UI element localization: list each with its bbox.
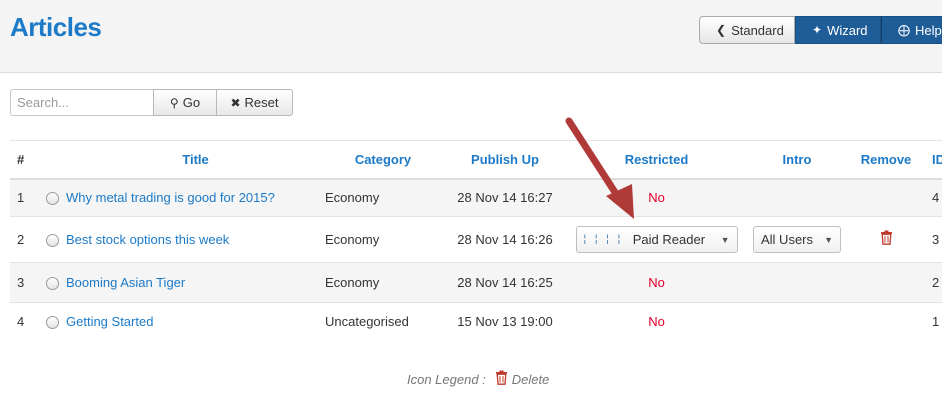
chevron-down-icon: ▼ [824, 234, 833, 245]
table-row: 1 Why metal trading is good for 2015? Ec… [10, 178, 942, 217]
standard-label: Standard [731, 22, 784, 38]
table-row: 3 Booming Asian Tiger Economy 28 Nov 14 … [10, 262, 942, 303]
article-title-link[interactable]: Best stock options this week [66, 232, 229, 247]
row-select-radio[interactable] [45, 192, 59, 206]
legend-label: Icon Legend : [407, 372, 486, 387]
column-header-remove[interactable]: Remove [850, 140, 922, 180]
close-icon: ✖ [230, 95, 241, 110]
intro-access-value: All Users [761, 232, 814, 247]
column-header-number: # [10, 140, 38, 180]
article-title-link[interactable]: Why metal trading is good for 2015? [66, 190, 275, 205]
icon-legend: Icon Legend : Delete [407, 370, 549, 389]
row-publish-up: 15 Nov 13 19:00 [457, 314, 553, 330]
row-number: 2 [10, 216, 38, 263]
articles-table: # Title Category Publish Up Restricted I… [10, 140, 942, 341]
column-header-category[interactable]: Category [325, 140, 441, 180]
restricted-access-select[interactable]: ¦ ¦ ¦ ¦ Paid Reader ▼ [575, 226, 738, 253]
row-number: 4 [17, 314, 25, 330]
row-id: 1 [932, 314, 940, 330]
search-bar: ⚲ Go ✖ Reset [10, 89, 293, 116]
row-select-radio[interactable] [45, 277, 59, 291]
column-header-select [38, 140, 66, 180]
row-number: 1 [10, 178, 38, 217]
article-title-link[interactable]: Getting Started [66, 314, 153, 329]
restricted-status[interactable]: No [648, 275, 665, 290]
chevron-down-icon: ▼ [720, 234, 730, 245]
row-category: Uncategorised [325, 314, 409, 330]
wizard-button[interactable]: ✦ Wizard [795, 16, 881, 44]
help-label: Help [915, 22, 942, 38]
table-header-row: # Title Category Publish Up Restricted I… [10, 140, 942, 180]
row-select-radio[interactable] [45, 234, 59, 248]
table-row: 4 Getting Started Uncategorised 15 Nov 1… [10, 303, 942, 341]
go-button[interactable]: ⚲ Go [153, 89, 217, 116]
row-publish-up: 28 Nov 14 16:25 [441, 262, 569, 303]
restricted-status[interactable]: No [648, 190, 665, 205]
reset-label: Reset [244, 95, 279, 110]
legend-delete-label: Delete [511, 372, 550, 387]
search-icon: ⚲ [169, 95, 179, 110]
row-id: 3 [922, 216, 942, 263]
row-id: 2 [922, 262, 942, 303]
row-number: 3 [10, 262, 38, 303]
chevron-left-icon: ❮ [716, 23, 727, 37]
go-label: Go [182, 95, 201, 110]
row-publish-up: 28 Nov 14 16:27 [441, 178, 569, 217]
intro-access-select[interactable]: All Users ▼ [753, 226, 841, 253]
table-row: 2 Best stock options this week Economy 2… [10, 216, 942, 263]
row-publish-up: 28 Nov 14 16:26 [441, 216, 569, 263]
standard-button[interactable]: ❮ Standard [699, 16, 795, 44]
column-header-title[interactable]: Title [66, 140, 325, 180]
reset-button[interactable]: ✖ Reset [216, 89, 293, 116]
row-category: Economy [325, 262, 441, 303]
view-mode-toolbar: ❮ Standard ✦ Wizard ⨁ Help [699, 16, 942, 44]
trash-icon[interactable] [880, 230, 893, 249]
trash-icon [495, 370, 508, 389]
help-button[interactable]: ⨁ Help [881, 16, 942, 44]
page-title: Articles [10, 12, 102, 42]
row-select-radio[interactable] [45, 316, 59, 330]
column-header-publish-up[interactable]: Publish Up [441, 140, 569, 180]
restricted-status[interactable]: No [648, 314, 665, 329]
column-header-restricted[interactable]: Restricted [569, 140, 744, 180]
restricted-access-value: Paid Reader [632, 232, 706, 247]
level-indent-marker: ¦ ¦ ¦ ¦ [583, 234, 624, 245]
row-id: 4 [922, 178, 942, 217]
search-input[interactable] [10, 89, 154, 116]
column-header-intro[interactable]: Intro [744, 140, 850, 180]
article-title-link[interactable]: Booming Asian Tiger [66, 275, 185, 290]
wizard-label: Wizard [827, 22, 868, 38]
column-header-id[interactable]: ID [922, 140, 942, 180]
magic-wand-icon: ✦ [812, 23, 823, 37]
row-category: Economy [325, 216, 441, 263]
lifebuoy-icon: ⨁ [898, 23, 910, 37]
row-category: Economy [325, 178, 441, 217]
